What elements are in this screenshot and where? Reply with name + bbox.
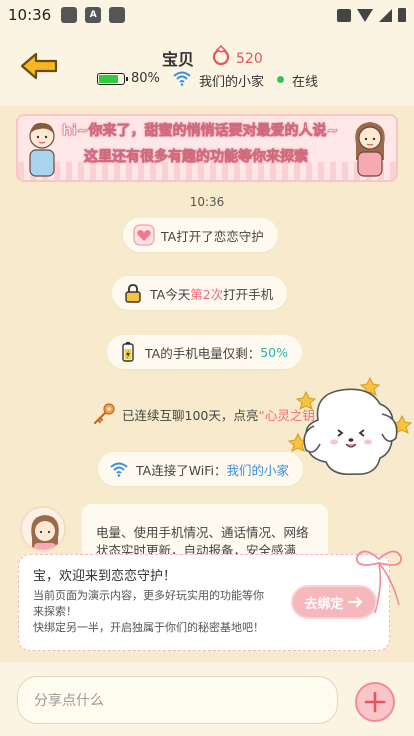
event-text-suffix: 打开手机 xyxy=(223,286,274,302)
partner-battery-icon xyxy=(97,73,128,85)
wifi-name: 我们的小家 xyxy=(199,75,265,90)
girl-illustration-icon xyxy=(355,122,385,177)
chat-timestamp: 10:36 xyxy=(189,195,225,209)
battery-value: 50% xyxy=(260,344,289,360)
wifi-icon xyxy=(110,462,128,477)
back-arrow-icon[interactable] xyxy=(18,50,60,82)
cell-signal-icon xyxy=(379,8,392,22)
event-low-battery: TA的手机电量仅剩： 50% xyxy=(107,335,303,369)
status-time: 10:36 xyxy=(8,6,52,24)
event-guard-opened: TA打开了恋恋守护 xyxy=(123,218,278,252)
add-button[interactable] xyxy=(355,682,395,722)
event-streak: 已连续互聊100天，点亮 “心灵之钥 xyxy=(92,402,315,426)
banner-greeting: hi~你来了，甜蜜的悄悄话要对最爱的人说~ xyxy=(62,123,339,140)
partner-avatar[interactable] xyxy=(20,506,66,552)
wifi-signal-icon xyxy=(357,8,373,22)
message-input[interactable] xyxy=(17,676,338,724)
partner-name: 宝贝 xyxy=(162,50,195,69)
online-status: 在线 xyxy=(292,75,319,90)
unlock-count: 第2次 xyxy=(190,286,224,302)
status-bar: 10:36 A xyxy=(0,0,414,30)
online-dot-icon xyxy=(277,76,284,83)
app-notification-icon xyxy=(61,7,78,23)
bind-button-label: 去绑定 xyxy=(304,596,344,612)
card-body-line: 快绑定另一半，开启独属于你们的秘密基地吧！ xyxy=(33,621,264,634)
card-body-line: 当前页面为演示内容，更多好玩实用的功能等你 xyxy=(33,589,264,602)
bind-partner-button[interactable]: 去绑定 xyxy=(291,585,377,619)
bind-prompt-card: 宝，欢迎来到恋恋守护！ 当前页面为演示内容，更多好玩实用的功能等你 来探索！ 快… xyxy=(18,550,402,651)
card-body: 当前页面为演示内容，更多好玩实用的功能等你 来探索！ 快绑定另一半，开启独属于你… xyxy=(33,588,283,636)
event-text: TA的手机电量仅剩： xyxy=(145,345,261,361)
bubble-line: 电量、使用手机情况、通话情况、网络 xyxy=(96,525,309,540)
input-bar xyxy=(0,662,414,736)
battery-icon xyxy=(398,8,406,22)
event-text: TA今天 xyxy=(150,286,191,302)
key-icon xyxy=(93,403,115,425)
guard-app-icon xyxy=(133,224,155,246)
event-wifi-connect: TA连接了WiFi： 我们的小家 xyxy=(98,452,304,486)
wifi-highlight: 我们的小家 xyxy=(226,462,290,478)
event-text: TA打开了恋恋守护 xyxy=(161,228,264,244)
event-text: TA连接了WiFi： xyxy=(136,462,227,478)
card-body-line: 来探索！ xyxy=(33,605,77,618)
love-score: 520 xyxy=(236,51,263,67)
battery-charging-icon xyxy=(122,342,134,362)
event-phone-unlock: TA今天 第2次 打开手机 xyxy=(112,276,288,310)
lock-icon xyxy=(125,284,141,303)
chat-header: 宝贝 520 80% 我们的小家 在线 xyxy=(0,30,414,106)
plus-icon xyxy=(364,691,386,713)
card-title: 宝，欢迎来到恋恋守护！ xyxy=(33,569,177,584)
event-text: 已连续互聊100天，点亮 xyxy=(122,407,259,423)
arrow-right-icon xyxy=(347,596,362,608)
boy-illustration-icon xyxy=(29,122,55,177)
ring-icon xyxy=(212,45,230,66)
girl-avatar-icon xyxy=(22,508,64,550)
partner-battery-text: 80% xyxy=(131,71,160,86)
puppy-mascot-icon xyxy=(287,376,413,476)
text-notification-icon: A xyxy=(85,7,102,23)
wifi-icon xyxy=(173,71,191,86)
work-profile-icon xyxy=(337,8,351,22)
app-notification-icon-2 xyxy=(109,7,126,23)
welcome-banner[interactable]: hi~你来了，甜蜜的悄悄话要对最爱的人说~ 这里还有很多有趣的功能等你来探索 xyxy=(16,114,398,182)
banner-subtitle: 这里还有很多有趣的功能等你来探索 xyxy=(84,149,309,166)
